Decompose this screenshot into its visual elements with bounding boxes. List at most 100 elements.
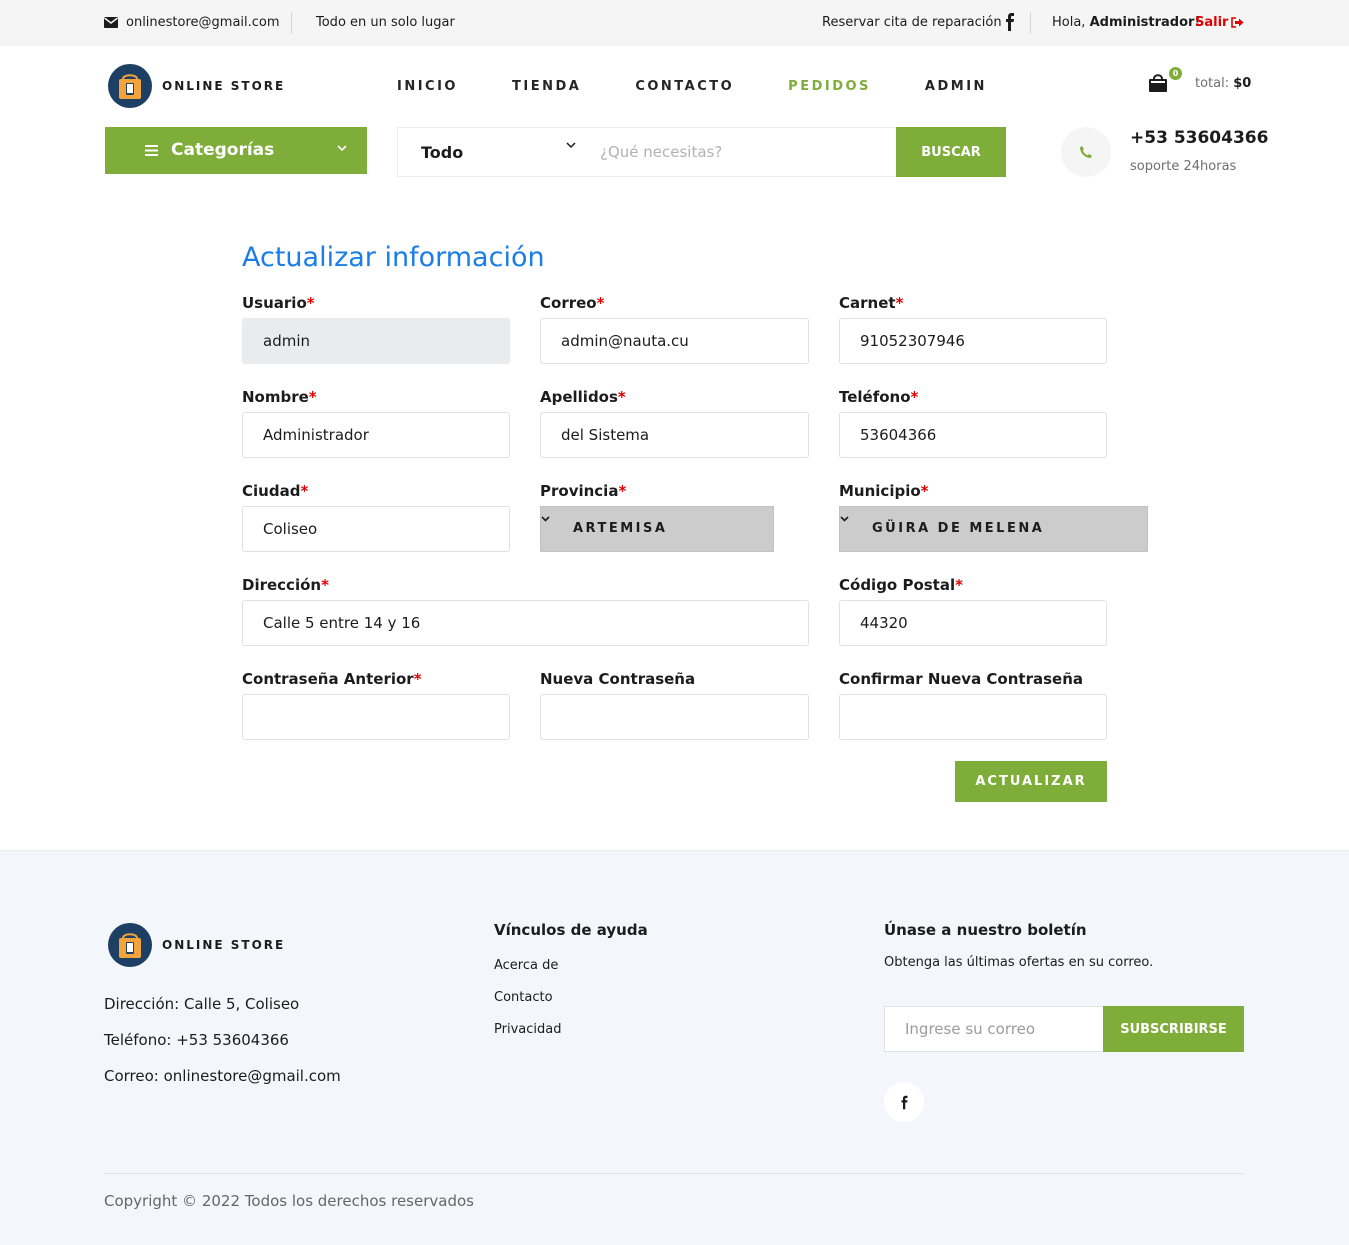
top-slogan: Todo en un solo lugar <box>316 15 455 30</box>
chevron-down-icon <box>840 516 849 522</box>
facebook-icon[interactable] <box>1004 13 1016 31</box>
field-label: Correo* <box>540 294 809 318</box>
search-category-select[interactable]: Todo <box>421 143 463 162</box>
envelope-icon <box>104 17 118 28</box>
shopping-bag-logo-icon <box>108 64 152 108</box>
nombre-input[interactable] <box>242 412 510 458</box>
footer-link-privacy[interactable]: Privacidad <box>494 1022 561 1037</box>
cart-count-badge: 0 <box>1169 67 1182 80</box>
cart-total-value: $0 <box>1233 76 1252 91</box>
pass-confirm-label: Confirmar Nueva Contraseña <box>839 670 1083 688</box>
page-title: Actualizar información <box>242 242 545 273</box>
usuario-label: Usuario <box>242 294 307 312</box>
footer-logo[interactable]: ONLINE STORE <box>108 923 285 967</box>
field-label: Ciudad* <box>242 482 510 506</box>
field-provincia: Provincia* ARTEMISA <box>540 482 774 552</box>
subscribe-button[interactable]: SUBSCRIBIRSE <box>1103 1006 1244 1052</box>
greeting-user: Administrador! <box>1089 15 1201 30</box>
required-mark: * <box>596 294 605 312</box>
required-mark: * <box>910 388 919 406</box>
nav-item-contacto[interactable]: CONTACTO <box>635 79 734 94</box>
shopping-bag-cart-icon[interactable] <box>1148 72 1168 94</box>
top-email: onlinestore@gmail.com <box>104 15 280 30</box>
required-mark: * <box>308 388 317 406</box>
field-label: Provincia* <box>540 482 774 506</box>
repair-appointment-link[interactable]: Reservar cita de reparación <box>822 15 1002 30</box>
search-button[interactable]: BUSCAR <box>896 127 1006 177</box>
carnet-label: Carnet <box>839 294 896 312</box>
chevron-down-icon <box>337 145 347 152</box>
phone-icon <box>1061 127 1111 177</box>
carnet-input[interactable] <box>839 318 1107 364</box>
municipio-select[interactable]: GÜIRA DE MELENA <box>839 506 1148 552</box>
field-label: Municipio* <box>839 482 1148 506</box>
logout-link[interactable]: Salir <box>1195 15 1244 30</box>
ciudad-label: Ciudad <box>242 482 301 500</box>
brand-name: ONLINE STORE <box>162 938 286 952</box>
newsletter-email-input[interactable] <box>884 1006 1104 1052</box>
nav-item-tienda[interactable]: TIENDA <box>512 79 581 94</box>
facebook-social-button[interactable] <box>884 1082 924 1122</box>
divider <box>1030 12 1031 34</box>
nombre-label: Nombre <box>242 388 309 406</box>
field-label: Teléfono* <box>839 388 1107 412</box>
field-pass-old: Contraseña Anterior* <box>242 670 510 740</box>
divider <box>291 12 292 34</box>
nav-item-pedidos[interactable]: PEDIDOS <box>788 79 871 94</box>
footer-link-about[interactable]: Acerca de <box>494 958 558 973</box>
confirm-password-input[interactable] <box>839 694 1107 740</box>
footer-address: Dirección: Calle 5, Coliseo <box>104 995 300 1013</box>
telefono-input[interactable] <box>839 412 1107 458</box>
categories-label: Categorías <box>171 140 275 160</box>
nav-item-inicio[interactable]: INICIO <box>397 79 458 94</box>
field-label: Apellidos* <box>540 388 809 412</box>
update-button[interactable]: ACTUALIZAR <box>955 761 1107 802</box>
field-label: Contraseña Anterior* <box>242 670 510 694</box>
field-label: Dirección* <box>242 576 809 600</box>
codigo-postal-input[interactable] <box>839 600 1107 646</box>
provincia-label: Provincia <box>540 482 619 500</box>
top-email-text: onlinestore@gmail.com <box>126 15 280 30</box>
old-password-input[interactable] <box>242 694 510 740</box>
cart-total: total: $0 <box>1195 76 1251 91</box>
required-mark: * <box>300 482 309 500</box>
search-input[interactable] <box>588 128 888 176</box>
footer-link-contact[interactable]: Contacto <box>494 990 553 1005</box>
municipio-selected-value: GÜIRA DE MELENA <box>872 521 1045 536</box>
field-ciudad: Ciudad* <box>242 482 510 552</box>
field-direccion: Dirección* <box>242 576 809 646</box>
apellidos-input[interactable] <box>540 412 809 458</box>
field-telefono: Teléfono* <box>839 388 1107 458</box>
direccion-label: Dirección <box>242 576 322 594</box>
divider <box>104 1173 1244 1174</box>
main-nav: INICIO TIENDA CONTACTO PEDIDOS ADMIN <box>397 79 987 94</box>
pass-old-label: Contraseña Anterior <box>242 670 414 688</box>
new-password-input[interactable] <box>540 694 809 740</box>
site-logo[interactable]: ONLINE STORE <box>108 64 285 108</box>
hamburger-icon <box>145 145 158 156</box>
direccion-input[interactable] <box>242 600 809 646</box>
correo-input[interactable] <box>540 318 809 364</box>
field-municipio: Municipio* GÜIRA DE MELENA <box>839 482 1148 552</box>
footer-links-title: Vínculos de ayuda <box>494 921 648 939</box>
required-mark: * <box>617 388 626 406</box>
required-mark: * <box>618 482 627 500</box>
required-mark: * <box>955 576 963 594</box>
nav-item-admin[interactable]: ADMIN <box>925 79 987 94</box>
cart-total-label: total: <box>1195 76 1230 91</box>
field-label: Nombre* <box>242 388 510 412</box>
provincia-select[interactable]: ARTEMISA <box>540 506 774 552</box>
facebook-icon <box>901 1095 907 1109</box>
brand-name: ONLINE STORE <box>162 79 286 93</box>
newsletter-text: Obtenga las últimas ofertas en su correo… <box>884 955 1154 970</box>
correo-label: Correo <box>540 294 597 312</box>
categories-dropdown-button[interactable]: Categorías <box>105 127 367 174</box>
search-bar: Todo BUSCAR <box>397 127 1006 177</box>
provincia-selected-value: ARTEMISA <box>573 521 668 536</box>
ciudad-input[interactable] <box>242 506 510 552</box>
apellidos-label: Apellidos <box>540 388 618 406</box>
chevron-down-icon[interactable] <box>566 142 576 149</box>
logout-label: Salir <box>1195 15 1229 30</box>
required-mark: * <box>321 576 329 594</box>
telefono-label: Teléfono <box>839 388 911 406</box>
